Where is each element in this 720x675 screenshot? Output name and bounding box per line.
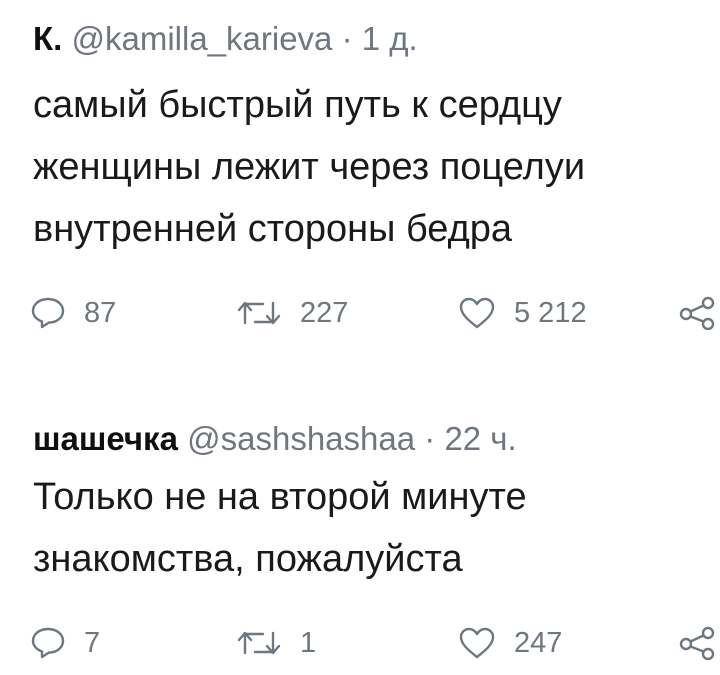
retweet-button[interactable]: 227 — [236, 296, 348, 330]
tweet-text-line: Только не на второй минуте — [33, 476, 527, 518]
heart-icon — [459, 297, 495, 329]
timestamp[interactable]: 1 д. — [362, 20, 418, 57]
like-button[interactable]: 5 212 — [458, 296, 587, 330]
reply-button[interactable]: 87 — [30, 296, 116, 330]
timestamp[interactable]: 22 ч. — [444, 420, 516, 457]
author-handle[interactable]: @kamilla_karieva — [71, 20, 332, 57]
reply-count: 7 — [84, 626, 101, 659]
tweet-text-line: знакомства, пожалуйста — [33, 538, 463, 580]
like-count: 5 212 — [514, 296, 587, 329]
tweet-text-line: женщины лежит через поцелуи — [33, 146, 586, 188]
tweet-header: шашечка @sashshashaa · 22 ч. — [33, 420, 517, 458]
tweet-header: К. @kamilla_karieva · 1 д. — [33, 20, 418, 58]
reply-count: 87 — [84, 296, 117, 329]
reply-icon — [31, 297, 65, 329]
retweet-icon — [237, 631, 281, 655]
share-button[interactable] — [678, 296, 718, 330]
retweet-icon — [237, 301, 281, 325]
tweet-text-line: самый быстрый путь к сердцу — [33, 84, 562, 126]
author-handle[interactable]: @sashshashaa — [187, 420, 415, 457]
share-icon — [679, 296, 715, 330]
reply-icon — [31, 627, 65, 659]
like-button[interactable]: 247 — [458, 626, 562, 660]
heart-icon — [459, 627, 495, 659]
retweet-count: 227 — [300, 296, 349, 329]
separator-dot: · — [424, 420, 436, 457]
retweet-button[interactable]: 1 — [236, 626, 316, 660]
author-name[interactable]: шашечка — [33, 420, 178, 457]
share-button[interactable] — [678, 626, 718, 660]
reply-button[interactable]: 7 — [30, 626, 100, 660]
tweet-text: Только не на второй минуте знакомства, п… — [33, 466, 527, 590]
tweet-text-line: внутренней стороны бедра — [33, 208, 513, 250]
author-name[interactable]: К. — [33, 20, 62, 57]
like-count: 247 — [514, 626, 563, 659]
retweet-count: 1 — [300, 626, 317, 659]
separator-dot: · — [341, 20, 353, 57]
share-icon — [679, 626, 715, 660]
tweet-text: самый быстрый путь к сердцу женщины лежи… — [33, 74, 585, 260]
